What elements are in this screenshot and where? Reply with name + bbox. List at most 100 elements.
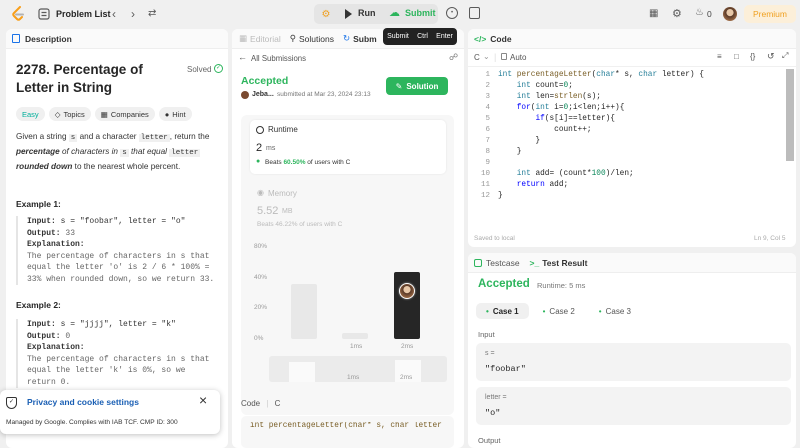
companies-tag[interactable]: ▦ Companies (94, 107, 155, 121)
case-tab-3[interactable]: • Case 3 (589, 303, 641, 319)
letter-label: letter = (485, 394, 507, 401)
beats-text: Beats 60.50% of users with C (265, 159, 350, 166)
link-icon[interactable]: ☍ (449, 52, 458, 63)
debug-icon[interactable]: ⚙ (319, 7, 333, 21)
cursor-position: Ln 9, Col 5 (754, 235, 786, 242)
submitter-name[interactable]: Jeba... (252, 91, 274, 98)
s-value: "foobar" (485, 364, 526, 374)
code-line: } (498, 148, 522, 156)
case-tab-1[interactable]: • Case 1 (476, 303, 529, 319)
tab-editorial[interactable]: Editorial (250, 34, 281, 44)
desc-text: of characters in (59, 147, 121, 156)
divider: | (266, 399, 269, 408)
settings-gear-icon[interactable]: ⚙ (672, 7, 682, 20)
code-tab[interactable]: Code (490, 34, 511, 44)
runtime-card: Runtime 2 ms ● Beats 60.50% of users wit… (250, 120, 446, 174)
topics-tag[interactable]: ◇ Topics (48, 107, 91, 121)
scrubber-bar (289, 362, 315, 382)
input-label: Input (478, 330, 495, 339)
layout-grid-icon[interactable]: ▦ (649, 8, 658, 19)
close-icon[interactable]: × (199, 392, 207, 408)
history-icon: ↻ (342, 33, 351, 43)
code-line: for(int i=0;i<len;i++){ (516, 104, 625, 112)
companies-label: Companies (110, 109, 149, 119)
back-arrow-icon[interactable]: ← (238, 52, 247, 62)
submitted-at: submitted at Mar 23, 2024 23:13 (277, 91, 371, 98)
bulb-icon: ● (164, 109, 170, 119)
tab-submissions[interactable]: Subm (353, 34, 377, 44)
input-letter-box: letter = "o" (476, 387, 791, 425)
chevron-right-icon[interactable]: › (131, 7, 135, 21)
desc-bold: percentage (16, 147, 60, 156)
reset-icon[interactable]: ↺ (767, 51, 775, 62)
beats-icon: ● (256, 158, 261, 165)
code-area[interactable]: 1 int percentageLetter(char* s, char let… (468, 71, 784, 221)
tab-testcase[interactable]: Testcase (486, 258, 520, 268)
memory-value: 5.52 (257, 205, 279, 217)
note-icon[interactable] (469, 7, 480, 19)
run-button[interactable]: Run (358, 8, 376, 18)
line-number: 12 (480, 192, 490, 200)
memory-label[interactable]: Memory (268, 189, 297, 198)
cookie-settings-link[interactable]: Privacy and cookie settings (27, 397, 139, 407)
line-number: 3 (485, 93, 490, 101)
example-2-heading: Example 2: (16, 300, 61, 310)
user-avatar-small (241, 91, 249, 99)
mode-label[interactable]: Auto (510, 53, 526, 62)
beats-suffix: of users with C (305, 159, 351, 166)
fullscreen-icon[interactable]: ⤢ (782, 51, 788, 61)
example-1-block: Input: s = "foobar", letter = "o" Output… (16, 216, 220, 285)
chart-scrubber[interactable]: 1ms 2ms (269, 356, 447, 382)
desc-text: to the nearest whole percent. (72, 162, 181, 171)
premium-button[interactable]: Premium (744, 5, 796, 23)
chart-bar[interactable] (342, 333, 368, 339)
list-icon[interactable] (38, 8, 50, 20)
description-tab[interactable]: Description (25, 34, 72, 44)
tab-test-result[interactable]: Test Result (542, 258, 587, 268)
difficulty-tag[interactable]: Easy (16, 107, 45, 121)
shuffle-icon[interactable]: ⇄ (148, 8, 156, 19)
explanation-line: The percentage of characters in s that (27, 354, 210, 364)
case-tabs: • Case 1 • Case 2 • Case 3 (476, 303, 645, 319)
saved-status: Saved to local (474, 235, 515, 242)
chevron-left-icon[interactable]: ‹ (112, 7, 116, 21)
leetcode-logo[interactable] (11, 6, 25, 22)
language-select[interactable]: C (474, 53, 480, 62)
chart-bar[interactable] (291, 284, 317, 339)
topics-label: Topics (63, 109, 85, 119)
example-1-heading: Example 1: (16, 199, 61, 209)
alarm-icon[interactable]: • (446, 7, 458, 19)
fire-streak-icon: ♨ (695, 7, 704, 18)
problem-list-link[interactable]: Problem List (56, 9, 111, 19)
problem-description: Given a string s and a character letter,… (16, 130, 220, 173)
format-icon[interactable]: ≡ (717, 52, 722, 61)
editor-scrollbar[interactable] (786, 69, 794, 161)
hint-label: Hint (172, 109, 186, 119)
code-letter: letter (138, 134, 170, 142)
submit-tooltip: Submit Ctrl Enter (383, 28, 457, 45)
output-key: Output: (27, 331, 61, 341)
code-brackets-icon: </> (474, 33, 487, 44)
beats-prefix: Beats (265, 159, 284, 166)
code-editor-panel: </> Code C ⌄ | Auto ≡ □ {} ↺ ⤢ 1 int per… (468, 29, 796, 247)
braces-icon[interactable]: {} (750, 52, 755, 61)
bookmark-icon[interactable]: □ (734, 52, 739, 61)
line-number: 8 (485, 148, 490, 156)
case-tab-2[interactable]: • Case 2 (533, 303, 585, 319)
submit-button[interactable]: Submit (405, 8, 436, 18)
tab-solutions[interactable]: Solutions (299, 34, 334, 44)
code-line: return add; (516, 181, 569, 189)
all-submissions-link[interactable]: All Submissions (251, 54, 306, 63)
explanation-line: return 0. (27, 377, 71, 387)
submission-panel: ▦ Editorial ⚲ Solutions ↻ Subm ← All Sub… (232, 29, 464, 448)
chart-plot (282, 244, 447, 339)
letter-value: "o" (485, 408, 501, 418)
solution-button[interactable]: ✎ Solution (386, 77, 448, 95)
tooltip-key-ctrl: Ctrl (417, 33, 428, 40)
line-number: 4 (485, 104, 490, 112)
user-avatar[interactable] (723, 7, 737, 21)
code-line: int count=0; (516, 82, 573, 90)
hint-tag[interactable]: ● Hint (158, 107, 192, 121)
output-value: 33 (60, 228, 76, 238)
line-number: 5 (485, 115, 490, 123)
